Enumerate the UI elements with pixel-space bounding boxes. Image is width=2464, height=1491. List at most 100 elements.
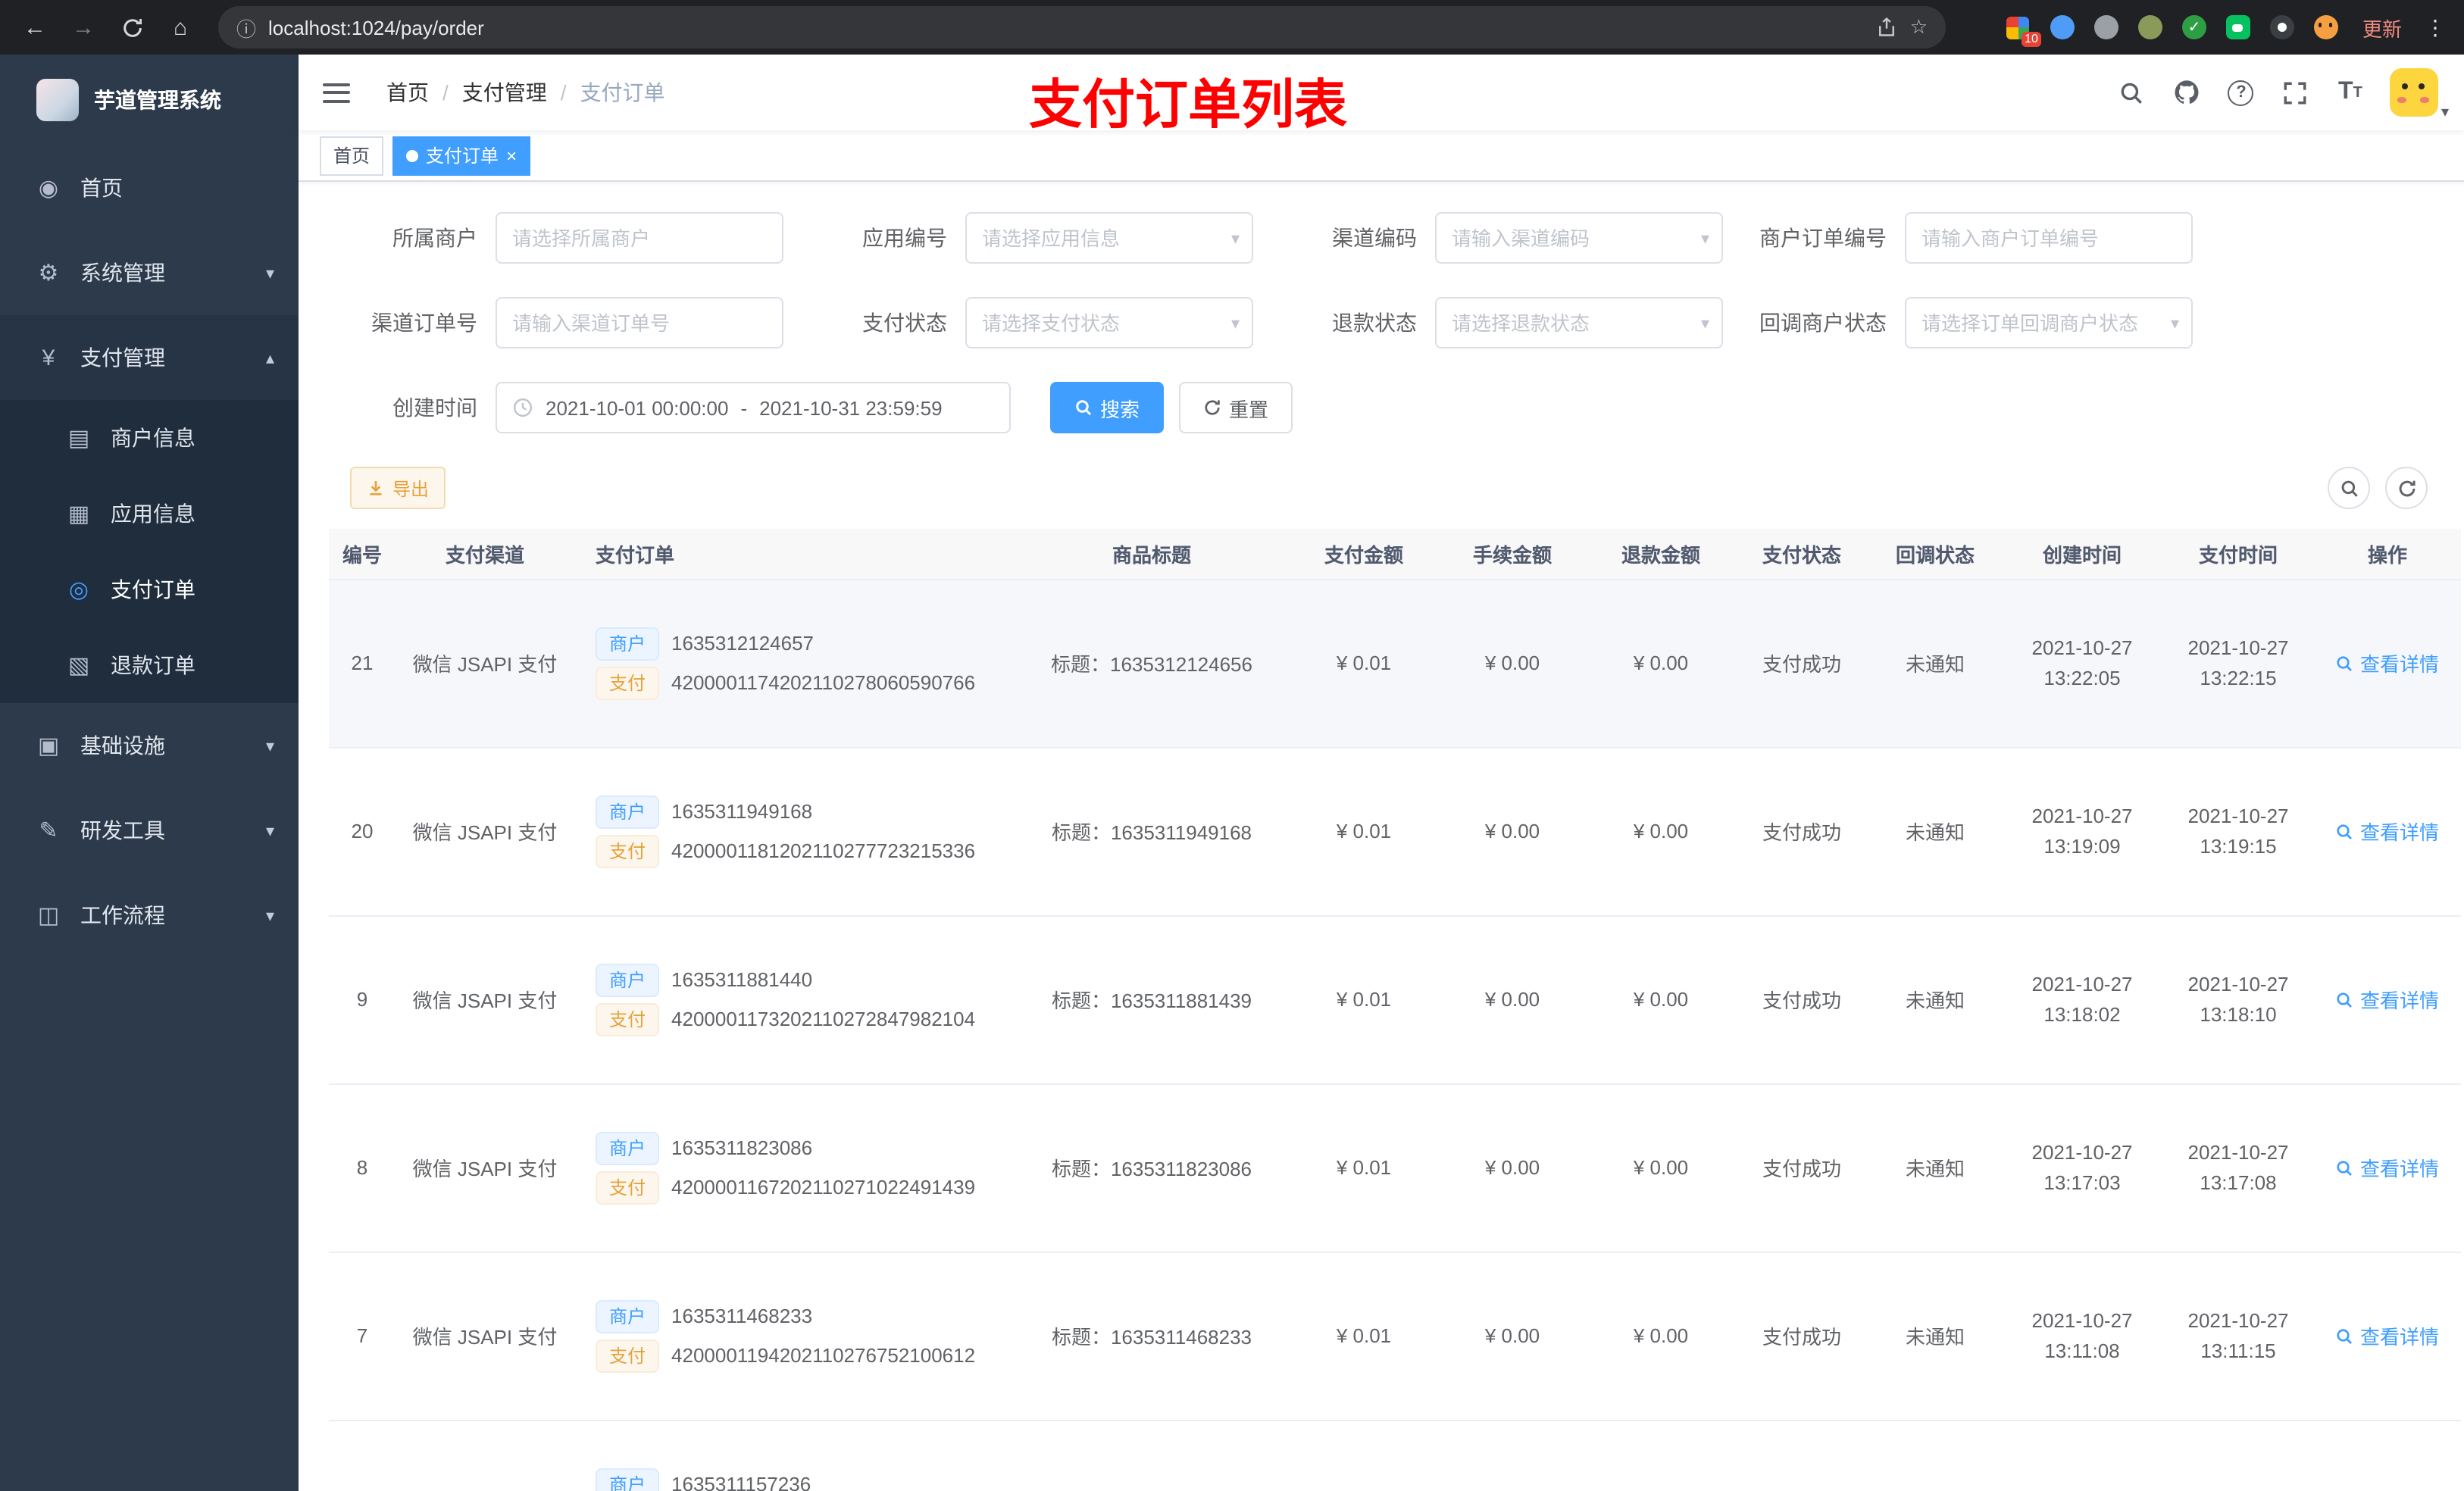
pin-extension-icon[interactable] bbox=[2269, 14, 2296, 41]
date-end: 2021-10-31 23:59:59 bbox=[759, 396, 943, 419]
breadcrumb-home[interactable]: 首页 bbox=[386, 77, 429, 108]
tab-home[interactable]: 首页 bbox=[320, 136, 384, 175]
merchant-tag: 商户 bbox=[596, 795, 660, 828]
breadcrumb: 首页 / 支付管理 / 支付订单 bbox=[386, 77, 665, 108]
github-icon[interactable] bbox=[2159, 55, 2214, 130]
merchant-input[interactable] bbox=[512, 227, 767, 249]
fullscreen-icon[interactable] bbox=[2269, 55, 2323, 130]
search-button[interactable]: 搜索 bbox=[1050, 382, 1165, 433]
sidebar-item-devtools[interactable]: ✎ 研发工具 ▾ bbox=[0, 788, 299, 873]
field-label: 支付状态 bbox=[862, 311, 947, 335]
sidebar-item-payment[interactable]: ¥ 支付管理 ▴ bbox=[0, 315, 299, 400]
field-label: 所属商户 bbox=[392, 226, 477, 250]
hamburger-icon[interactable] bbox=[299, 55, 374, 130]
pay-status-select[interactable] bbox=[982, 311, 1237, 334]
browser-home-icon[interactable]: ⌂ bbox=[161, 8, 200, 47]
callback-status-select[interactable] bbox=[1921, 311, 2176, 334]
filter-merchant: 所属商户 bbox=[329, 212, 783, 264]
logo-title: 芋道管理系统 bbox=[94, 88, 221, 112]
user-avatar[interactable] bbox=[2389, 68, 2438, 117]
app-no-select[interactable] bbox=[982, 227, 1237, 249]
view-detail-link[interactable]: 查看详情 bbox=[2336, 817, 2439, 846]
sidebar-item-label: 退款订单 bbox=[111, 653, 195, 677]
merchant-order-line: 商户 1635311823086 bbox=[596, 1131, 1008, 1164]
logo-avatar bbox=[36, 79, 79, 121]
browser-menu-icon[interactable]: ⋮ bbox=[2425, 14, 2446, 40]
order-id: 8 bbox=[356, 1156, 368, 1179]
sidebar-item-label: 商户信息 bbox=[111, 426, 195, 450]
sidebar-item-app-info[interactable]: ▦ 应用信息 bbox=[0, 476, 299, 552]
sidebar-item-infra[interactable]: ▣ 基础设施 ▾ bbox=[0, 703, 299, 788]
field-label: 回调商户状态 bbox=[1759, 311, 1887, 335]
olive-extension-icon[interactable] bbox=[2137, 14, 2164, 41]
reset-button[interactable]: 重置 bbox=[1179, 382, 1293, 433]
face-extension-icon[interactable] bbox=[2312, 14, 2340, 41]
table-header-row: 编号 支付渠道 支付订单 商品标题 支付金额 手续金额 退款金额 支付状态 回调… bbox=[329, 529, 2461, 580]
orders-table: 编号 支付渠道 支付订单 商品标题 支付金额 手续金额 退款金额 支付状态 回调… bbox=[329, 529, 2464, 1491]
channel-code-select[interactable] bbox=[1452, 227, 1706, 249]
merchant-order-no-input[interactable] bbox=[1921, 227, 2176, 249]
view-detail-link[interactable]: 查看详情 bbox=[2336, 985, 2439, 1014]
refund-status-select[interactable] bbox=[1452, 311, 1706, 334]
sidebar-item-refund-order[interactable]: ▧ 退款订单 bbox=[0, 627, 299, 703]
breadcrumb-separator: / bbox=[560, 80, 567, 105]
filter-row-3: 创建时间 2021-10-01 00:00:00 - 2021-10-31 23… bbox=[329, 382, 2464, 433]
bookmark-star-icon[interactable]: ☆ bbox=[1910, 15, 1928, 39]
share-icon[interactable] bbox=[1877, 17, 1898, 38]
help-icon[interactable]: ? bbox=[2214, 55, 2269, 130]
merchant-order-line: 商户 1635311157236 bbox=[596, 1468, 1008, 1491]
refresh-table-button[interactable] bbox=[2385, 467, 2428, 509]
paid-time-cell: 2021-10-27 13:19:15 bbox=[2162, 747, 2314, 916]
browser-update-button[interactable]: 更新 bbox=[2356, 13, 2408, 42]
tags-view: 首页 支付订单 × bbox=[299, 130, 2464, 182]
refresh-icon bbox=[1205, 400, 1220, 415]
merchant-tag: 商户 bbox=[596, 1468, 660, 1491]
pay-amount: ¥ 0.01 bbox=[1336, 988, 1392, 1011]
payment-submenu: ▤ 商户信息 ▦ 应用信息 ◎ 支付订单 ▧ 退款订单 bbox=[0, 400, 299, 703]
sidebar-item-system[interactable]: ⚙ 系统管理 ▾ bbox=[0, 230, 299, 315]
view-detail-link[interactable]: 查看详情 bbox=[2336, 1153, 2439, 1182]
hide-search-button[interactable] bbox=[2328, 467, 2370, 509]
channel-order-no-input[interactable] bbox=[512, 311, 767, 334]
drop-extension-icon[interactable] bbox=[2049, 14, 2076, 41]
export-button[interactable]: 导出 bbox=[350, 467, 446, 509]
gray-extension-icon[interactable] bbox=[2093, 14, 2120, 41]
card-icon: ▤ bbox=[67, 426, 90, 452]
browser-back-icon[interactable]: ← bbox=[15, 8, 55, 47]
browser-chrome: ← → ⌂ ⓘ localhost:1024/pay/order ☆ 10 ✓ bbox=[0, 0, 2464, 55]
browser-forward-icon[interactable]: → bbox=[64, 8, 103, 47]
pay-tag: 支付 bbox=[596, 1339, 660, 1372]
date-range-input[interactable]: 2021-10-01 00:00:00 - 2021-10-31 23:59:5… bbox=[496, 382, 1011, 433]
sidebar-item-workflow[interactable]: ◫ 工作流程 ▾ bbox=[0, 873, 299, 958]
merchant-order-line: 商户 1635311949168 bbox=[596, 795, 1008, 828]
breadcrumb-payment[interactable]: 支付管理 bbox=[462, 77, 547, 108]
extension-collage-icon[interactable]: 10 bbox=[2005, 14, 2041, 47]
chat-extension-icon[interactable] bbox=[2225, 14, 2252, 41]
refund-amount: ¥ 0.00 bbox=[1633, 820, 1689, 842]
font-size-icon[interactable]: TT bbox=[2323, 55, 2378, 130]
site-info-icon[interactable]: ⓘ bbox=[236, 13, 256, 42]
search-icon[interactable] bbox=[2105, 55, 2159, 130]
sidebar-item-label: 应用信息 bbox=[111, 502, 195, 526]
sidebar-item-merchant-info[interactable]: ▤ 商户信息 bbox=[0, 400, 299, 476]
tab-pay-order[interactable]: 支付订单 × bbox=[392, 136, 531, 175]
close-icon[interactable]: × bbox=[506, 146, 517, 164]
order-id: 21 bbox=[351, 652, 374, 674]
sidebar-item-pay-order[interactable]: ◎ 支付订单 bbox=[0, 552, 299, 627]
field-label: 退款状态 bbox=[1332, 311, 1417, 335]
check-extension-icon[interactable]: ✓ bbox=[2181, 14, 2208, 41]
merchant-order-line: 商户 1635311468233 bbox=[596, 1299, 1008, 1333]
search-icon bbox=[2337, 1160, 2353, 1175]
url-bar[interactable]: ⓘ localhost:1024/pay/order ☆ bbox=[218, 6, 1946, 48]
view-detail-link[interactable]: 查看详情 bbox=[2336, 649, 2439, 677]
avatar-caret-icon[interactable]: ▾ bbox=[2441, 105, 2449, 130]
created-time-cell bbox=[2002, 1420, 2162, 1491]
view-detail-link[interactable]: 查看详情 bbox=[2336, 1321, 2439, 1350]
pay-order-no: 4200001173202110272847982104 bbox=[671, 1008, 976, 1030]
merchant-order-line: 商户 1635312124657 bbox=[596, 627, 1008, 660]
browser-refresh-icon[interactable] bbox=[112, 8, 152, 47]
screen: ← → ⌂ ⓘ localhost:1024/pay/order ☆ 10 ✓ bbox=[0, 0, 2464, 1491]
table-row: 8 微信 JSAPI 支付 商户 1635311823086 支付 420000… bbox=[329, 1083, 2461, 1252]
filter-merchant-order-no: 商户订单编号 bbox=[1738, 212, 2193, 264]
sidebar-item-home[interactable]: ◉ 首页 bbox=[0, 145, 299, 230]
